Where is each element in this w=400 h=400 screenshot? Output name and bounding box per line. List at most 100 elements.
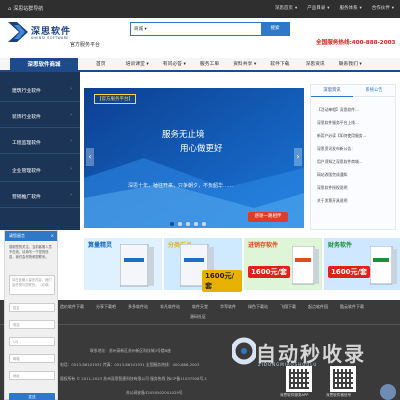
list-item[interactable]: 【活动单相】深思软件… [317,103,393,116]
footer-link[interactable]: 酷云软件下载 [340,304,364,310]
product-card-summary[interactable]: 分类汇总 1600元/套 [164,238,242,292]
sidebar-item-enterprise[interactable]: 企业管理软件 › [0,156,80,182]
list-item[interactable]: 新用户必读【如何使用服务… [317,129,393,142]
product-card-inventory[interactable]: 进销存软件 1600元/套 [244,238,322,290]
watermark-logo-icon [232,337,256,365]
footer-link[interactable]: 多多软件站 [128,304,148,310]
footer-icp: 苏公网安备32050502001029号 [126,390,183,395]
email-field[interactable]: 邮箱 [9,354,55,363]
list-item[interactable]: 网站改版完成通知 [317,168,393,181]
logo-icon[interactable] [8,22,28,42]
close-icon[interactable]: × [51,231,54,241]
product-strip: 算量精灵 分类汇总 1600元/套 进销存软件 1600元/套 财务软件 [60,238,400,294]
chevron-down-icon: ▾ [391,5,394,11]
nav-item-contact[interactable]: 联系我们 ▾ [339,58,362,72]
chevron-right-icon: › [70,87,72,92]
nav-items: 首页 培训课堂 ▾ 有问必答 ▾ 服务工单 资料共享 ▾ 软件下载 深思资讯 联… [84,58,362,72]
carousel-dot[interactable] [178,222,182,226]
chevron-right-icon: › [70,193,72,198]
banner-caption: 深思十年，锤往开来，只争朝夕，不负韶华…… [128,183,234,189]
footer-link[interactable]: 飞翔下载 [280,304,296,310]
top-links: 深思首页 ▾ 产品目录 ▾ 服务体系 ▾ 合作伙伴 ▾ [275,5,394,12]
nav-item-qa[interactable]: 有问必答 ▾ [163,58,186,72]
banner-cta-button[interactable]: 感谢一路相伴 [248,212,288,222]
mall-category-button[interactable]: 深思软件商城 [10,58,78,72]
sidebar-item-supervision[interactable]: 工程监理软件 › [0,128,80,154]
watermark: 自动秒收录 ZIDONGMIAOSHOULU [232,336,396,370]
send-button[interactable]: 发送 [9,393,55,400]
news-list: 【活动单相】深思软件… 深思软件服务平台上线… 新用户必读【如何使用服务… 深思… [317,103,393,207]
carousel-dot[interactable] [170,222,174,226]
news-panel: 深思资讯 系统公告 【活动单相】深思软件… 深思软件服务平台上线… 新用户必读【… [310,84,396,230]
category-sidebar: 建筑行业软件 › 装饰行业软件 › 工程监理软件 › 企业管理软件 › 营销推广软件 › [0,72,80,230]
product-card-estimator[interactable]: 算量精灵 [84,238,162,290]
carousel-dot[interactable] [186,222,190,226]
footer-link[interactable]: 绿色下载站 [248,304,268,310]
list-item[interactable]: 深思软件服务平台上线… [317,116,393,129]
tab-news[interactable]: 深思资讯 [311,85,353,97]
hero-banner[interactable]: 【官方服务平台】 服务无止境 用心做更好 深思十年，锤往开来，只争朝夕，不负韶华… [84,88,304,228]
list-item[interactable]: 关于发票开具说明 [317,194,393,207]
chevron-down-icon: ▾ [327,5,330,11]
list-item[interactable]: 深思资讯发布新公告： [317,142,393,155]
qq-field[interactable]: QQ [9,337,55,346]
banner-tag: 【官方服务平台】 [94,94,136,104]
address-field[interactable]: 地址 [9,371,55,380]
brand-tagline: 官方服务平台 [70,42,101,48]
top-link-partners[interactable]: 合作伙伴 ▾ [372,5,394,12]
carousel-dot[interactable] [202,222,206,226]
footer-divider [0,324,400,325]
footer-link[interactable]: 造价软件下载 [60,304,84,310]
chevron-down-icon: ▾ [359,62,362,67]
chevron-down-icon: ▾ [144,27,147,32]
name-field[interactable]: 姓名 [9,303,55,312]
chevron-down-icon: ▾ [183,62,186,67]
list-item[interactable]: 深思软件授权说明 [317,181,393,194]
main-nav: 深思软件商城 首页 培训课堂 ▾ 有问必答 ▾ 服务工单 资料共享 ▾ 软件下载… [0,58,400,72]
top-link-catalog[interactable]: 产品目录 ▾ [307,5,330,12]
phone-field[interactable]: 电话 [9,320,55,329]
footer-link[interactable]: 起点软件园 [308,304,328,310]
search-box: 商城 ▾ 搜索 [130,22,290,36]
footer-link[interactable]: 非凡软件站 [160,304,180,310]
list-item[interactable]: 用户须知之深思软件商城… [317,155,393,168]
home-icon: ⌂ [8,5,12,12]
top-link-service[interactable]: 服务体系 ▾ [339,5,361,12]
search-button[interactable]: 搜索 [261,23,289,35]
chevron-right-icon: › [70,113,72,118]
qr-label-wechat: 深思软件微信号 [326,393,352,397]
carousel-dot[interactable] [194,222,198,226]
footer-link[interactable]: 软件天堂 [192,304,208,310]
footer-copyright: 版权所有 © 2011-2023 苏州深思智建科技有限公司 服务热线 苏ICP备… [60,376,208,381]
banner-background [84,88,304,228]
nav-item-home[interactable]: 首页 [96,58,106,72]
product-box-image [120,244,154,287]
footer-link[interactable]: 源码社区 [190,314,206,320]
nav-item-tickets[interactable]: 服务工单 [200,58,219,72]
search-scope-select[interactable]: 商城 ▾ [134,26,147,32]
sidebar-item-construction[interactable]: 建筑行业软件 › [0,76,80,102]
nav-item-training[interactable]: 培训课堂 ▾ [126,58,149,72]
avatar[interactable] [380,384,396,400]
carousel-prev-icon[interactable]: ‹ [86,148,94,166]
nav-item-resources[interactable]: 资料共享 ▾ [233,58,256,72]
product-box-image [292,246,319,285]
footer-phone: 电话：0513-86101931 传真：0513-86101931 全国服务热线… [60,362,200,367]
nav-item-news[interactable]: 深思资讯 [305,58,324,72]
top-link-home[interactable]: 深思首页 ▾ [275,5,298,12]
tab-announcements[interactable]: 系统公告 [353,85,395,97]
chevron-down-icon: ▾ [294,5,298,11]
footer-link[interactable]: 华军软件 [220,304,236,310]
carousel-next-icon[interactable]: › [294,148,302,166]
footer-link[interactable]: 分享下载吧 [96,304,116,310]
sidebar-item-decoration[interactable]: 装饰行业软件 › [0,102,80,128]
product-card-finance[interactable]: 财务软件 1600元/套 [324,238,400,290]
sidebar-item-marketing[interactable]: 营销推广软件 › [0,182,80,208]
top-bar: ⌂ 深思站群导航 深思首页 ▾ 产品目录 ▾ 服务体系 ▾ 合作伙伴 ▾ [0,0,400,18]
message-widget-notice: 感谢您的关注，当前客服人员不在线，请填写一下您的信息，我们会尽快和您联系。 [9,245,52,259]
product-box-image [370,246,397,285]
site-nav-link[interactable]: ⌂ 深思站群导航 [8,5,43,13]
nav-item-downloads[interactable]: 软件下载 [270,58,289,72]
message-content-input[interactable]: 请在此输入留言内容，我们会尽快与您联系。（必填） [9,275,55,295]
news-tabs: 深思资讯 系统公告 [311,85,395,97]
